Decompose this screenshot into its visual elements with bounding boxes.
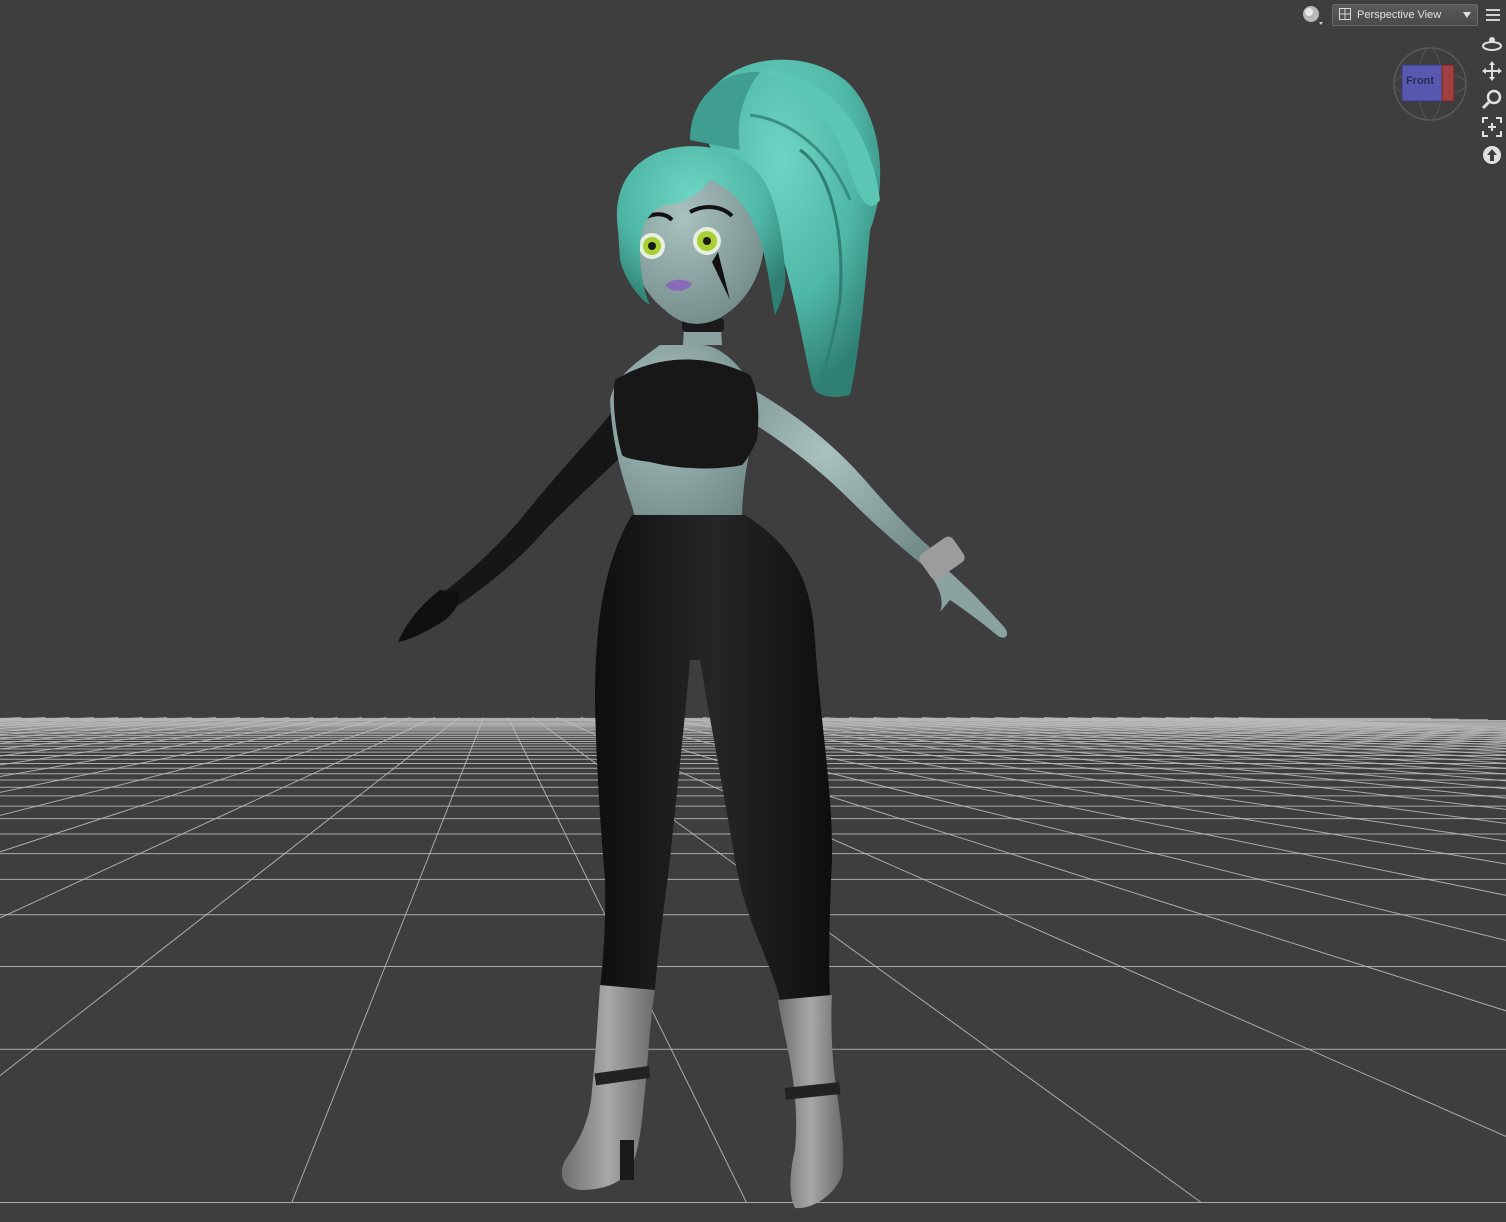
view-cube[interactable] [1392,46,1468,122]
chevron-down-icon [1463,9,1471,21]
sphere-shading-icon[interactable] [1300,3,1326,27]
right-boot [778,995,844,1209]
character-figure[interactable] [0,0,1506,1222]
leggings [595,515,833,1000]
reset-view-icon[interactable] [1480,144,1504,166]
view-select-value: Perspective View [1357,9,1442,21]
navigation-tools [1480,32,1504,166]
viewport-layout-icon [1339,7,1351,23]
orbit-icon[interactable] [1480,32,1504,54]
viewport-toolbar: Perspective View [1300,2,1502,28]
pan-icon[interactable] [1480,60,1504,82]
zoom-icon[interactable] [1480,88,1504,110]
crop-top [613,359,759,469]
view-select[interactable]: Perspective View [1332,4,1478,26]
3d-viewport[interactable]: Perspective View Front [0,0,1506,1222]
left-boot [561,985,655,1190]
viewport-menu-icon[interactable] [1484,5,1502,25]
frame-icon[interactable] [1480,116,1504,138]
